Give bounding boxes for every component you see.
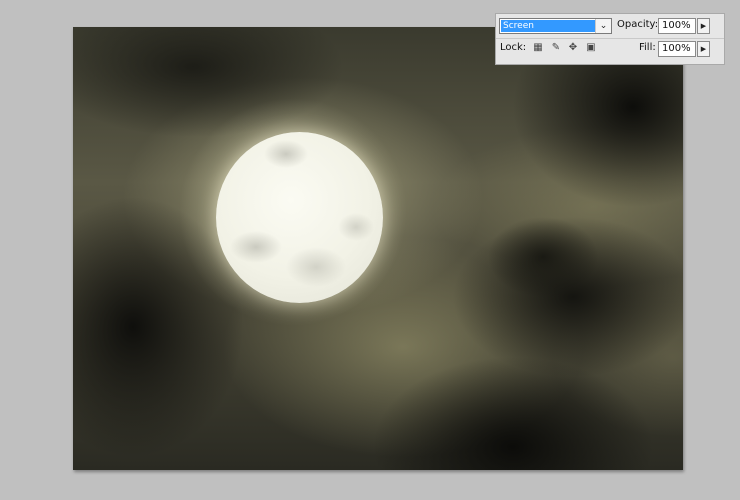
opacity-input[interactable]: 100% xyxy=(658,18,696,34)
panel-divider xyxy=(496,38,724,39)
lock-label: Lock: xyxy=(500,42,527,53)
chevron-down-icon[interactable]: ⌄ xyxy=(595,19,611,33)
opacity-label: Opacity: xyxy=(617,19,659,30)
lock-fill-row: Lock: ▦ ✎ ✥ ▣ Fill: 100% ▶ xyxy=(496,40,724,62)
blend-opacity-row: Screen ⌄ Opacity: 100% ▶ xyxy=(496,17,724,39)
lock-image-pixels-icon[interactable]: ✎ xyxy=(550,42,562,54)
opacity-slider-arrow-icon[interactable]: ▶ xyxy=(697,18,710,34)
layers-panel-options: Screen ⌄ Opacity: 100% ▶ Lock: ▦ ✎ ✥ ▣ F… xyxy=(495,13,725,65)
lock-all-icon[interactable]: ▣ xyxy=(585,42,597,54)
document-canvas[interactable] xyxy=(73,27,683,470)
lock-position-icon[interactable]: ✥ xyxy=(567,42,579,54)
fill-label: Fill: xyxy=(639,42,656,53)
moon-image xyxy=(216,132,383,303)
blend-mode-dropdown[interactable]: Screen ⌄ xyxy=(499,18,612,34)
lock-transparent-pixels-icon[interactable]: ▦ xyxy=(532,42,544,54)
fill-slider-arrow-icon[interactable]: ▶ xyxy=(697,41,710,57)
blend-mode-value: Screen xyxy=(501,20,598,32)
fill-input[interactable]: 100% xyxy=(658,41,696,57)
